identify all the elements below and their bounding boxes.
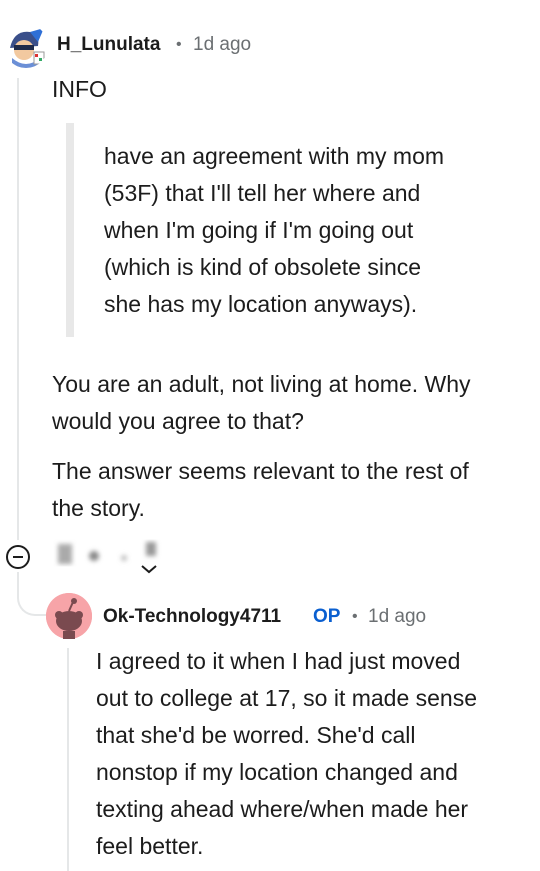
reply-connector	[17, 572, 47, 616]
quote-line: when I'm going if I'm going out	[104, 217, 414, 243]
avatar[interactable]	[46, 593, 92, 639]
award-row	[50, 538, 170, 576]
thread-line	[17, 78, 19, 540]
gnome-avatar-icon	[4, 24, 48, 68]
comment-paragraph: The answer seems relevant to the rest of…	[52, 453, 469, 527]
comment-age: 1d ago	[193, 34, 252, 55]
op-badge: OP	[313, 606, 341, 627]
paragraph-line: the story.	[52, 495, 145, 521]
blockquote-bar	[66, 123, 74, 337]
comment-age: 1d ago	[368, 606, 427, 627]
separator-dot: •	[352, 608, 358, 625]
collapse-thread-icon[interactable]	[6, 545, 30, 569]
quote-line: she has my location anyways).	[104, 291, 418, 317]
paragraph-line: The answer seems relevant to the rest of	[52, 458, 469, 484]
quote-line: (which is kind of obsolete since	[104, 254, 422, 280]
blockquote: have an agreement with my mom (53F) that…	[104, 138, 444, 323]
comment-author[interactable]: H_Lunulata	[57, 34, 160, 56]
body-line: feel better.	[96, 833, 204, 859]
snoo-avatar-icon	[46, 593, 92, 639]
blurred-awards-icon	[58, 542, 157, 574]
separator-dot: •	[176, 36, 182, 53]
avatar[interactable]	[4, 24, 48, 68]
body-line: I agreed to it when I had just moved	[96, 648, 461, 674]
body-line: out to college at 17, so it made sense	[96, 685, 478, 711]
reply-body: I agreed to it when I had just moved out…	[96, 643, 477, 865]
quote-line: have an agreement with my mom	[104, 143, 445, 169]
comment-heading: INFO	[52, 76, 107, 102]
comment-author[interactable]: Ok-Technology4711	[103, 606, 281, 628]
body-line: texting ahead where/when made her	[96, 796, 469, 822]
reply-thread-line	[67, 648, 69, 871]
body-line: that she'd be worred. She'd call	[96, 722, 416, 748]
quote-line: (53F) that I'll tell her where and	[104, 180, 421, 206]
paragraph-line: would you agree to that?	[52, 408, 304, 434]
comment-paragraph: You are an adult, not living at home. Wh…	[52, 366, 471, 440]
paragraph-line: You are an adult, not living at home. Wh…	[52, 371, 471, 397]
body-line: nonstop if my location changed and	[96, 759, 458, 785]
